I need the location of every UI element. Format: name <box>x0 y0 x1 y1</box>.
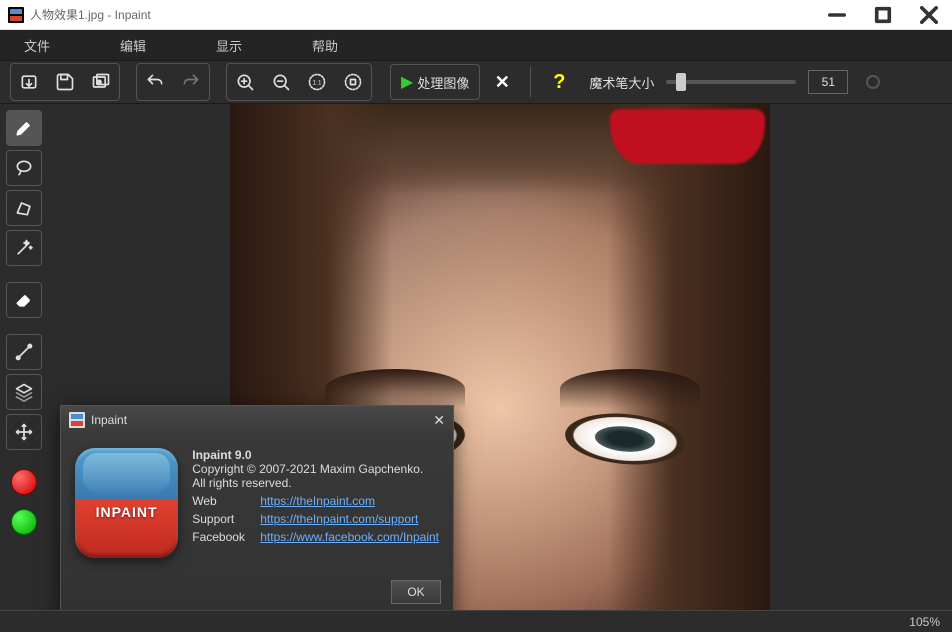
brush-size-slider[interactable] <box>666 80 796 84</box>
slider-thumb[interactable] <box>676 73 686 91</box>
menu-view[interactable]: 显示 <box>196 31 262 60</box>
zoom-actual-button[interactable]: 1:1 <box>299 64 335 100</box>
dialog-title: Inpaint <box>91 413 127 427</box>
web-link[interactable]: https://theInpaint.com <box>260 494 375 508</box>
about-dialog: Inpaint ✕ INPAINT Inpaint 9.0 Copyright … <box>60 405 454 617</box>
move-tool[interactable] <box>6 414 42 450</box>
undo-button[interactable] <box>137 64 173 100</box>
window-title: 人物效果1.jpg - Inpaint <box>30 6 814 23</box>
red-dot-icon <box>11 469 37 495</box>
app-icon <box>8 7 24 23</box>
copyright-label: Copyright © 2007-2021 Maxim Gapchenko. <box>192 462 439 476</box>
ok-button[interactable]: OK <box>391 580 441 604</box>
web-label: Web <box>192 494 256 508</box>
dialog-titlebar[interactable]: Inpaint ✕ <box>61 406 453 434</box>
save-button[interactable] <box>47 64 83 100</box>
open-button[interactable] <box>11 64 47 100</box>
brush-preview <box>858 67 888 97</box>
brush-size-label: 魔术笔大小 <box>589 73 654 92</box>
lasso-tool[interactable] <box>6 150 42 186</box>
minimize-button[interactable] <box>814 0 860 29</box>
zoom-out-button[interactable] <box>263 64 299 100</box>
zoom-in-button[interactable] <box>227 64 263 100</box>
close-button[interactable] <box>906 0 952 29</box>
menu-edit[interactable]: 编辑 <box>100 31 166 60</box>
menu-help[interactable]: 帮助 <box>292 31 358 60</box>
mask-selection <box>610 109 765 164</box>
main-toolbar: 1:1 ▶ 处理图像 ✕ ? 魔术笔大小 <box>0 60 952 104</box>
process-label: 处理图像 <box>417 73 469 92</box>
rights-label: All rights reserved. <box>192 476 439 490</box>
play-icon: ▶ <box>401 72 413 92</box>
polygon-tool[interactable] <box>6 190 42 226</box>
dialog-close-button[interactable]: ✕ <box>433 412 445 429</box>
dialog-app-icon <box>69 412 85 428</box>
svg-text:1:1: 1:1 <box>312 80 322 87</box>
red-mask-color[interactable] <box>6 464 42 500</box>
process-button[interactable]: ▶ 处理图像 <box>390 64 480 100</box>
redo-button[interactable] <box>173 64 209 100</box>
status-bar: 105% <box>0 610 952 632</box>
support-link[interactable]: https://theInpaint.com/support <box>260 512 418 526</box>
brush-size-input[interactable] <box>808 70 848 94</box>
line-tool[interactable] <box>6 334 42 370</box>
green-mask-color[interactable] <box>6 504 42 540</box>
magic-wand-tool[interactable] <box>6 230 42 266</box>
help-button[interactable]: ? <box>541 64 577 100</box>
dialog-info: Inpaint 9.0 Copyright © 2007-2021 Maxim … <box>192 448 439 558</box>
green-dot-icon <box>11 509 37 535</box>
menu-bar: 文件 编辑 显示 帮助 <box>0 30 952 60</box>
layers-tool[interactable] <box>6 374 42 410</box>
dialog-logo: INPAINT <box>75 448 178 558</box>
batch-button[interactable] <box>83 64 119 100</box>
eraser-tool[interactable] <box>6 282 42 318</box>
zoom-level: 105% <box>909 615 940 629</box>
menu-file[interactable]: 文件 <box>4 31 70 60</box>
facebook-label: Facebook <box>192 530 256 544</box>
support-label: Support <box>192 512 256 526</box>
tool-sidebar <box>0 104 48 610</box>
marker-tool[interactable] <box>6 110 42 146</box>
app-name-label: Inpaint 9.0 <box>192 448 251 462</box>
cancel-button[interactable]: ✕ <box>484 64 520 100</box>
facebook-link[interactable]: https://www.facebook.com/Inpaint <box>260 530 439 544</box>
window-titlebar: 人物效果1.jpg - Inpaint <box>0 0 952 30</box>
maximize-button[interactable] <box>860 0 906 29</box>
zoom-fit-button[interactable] <box>335 64 371 100</box>
